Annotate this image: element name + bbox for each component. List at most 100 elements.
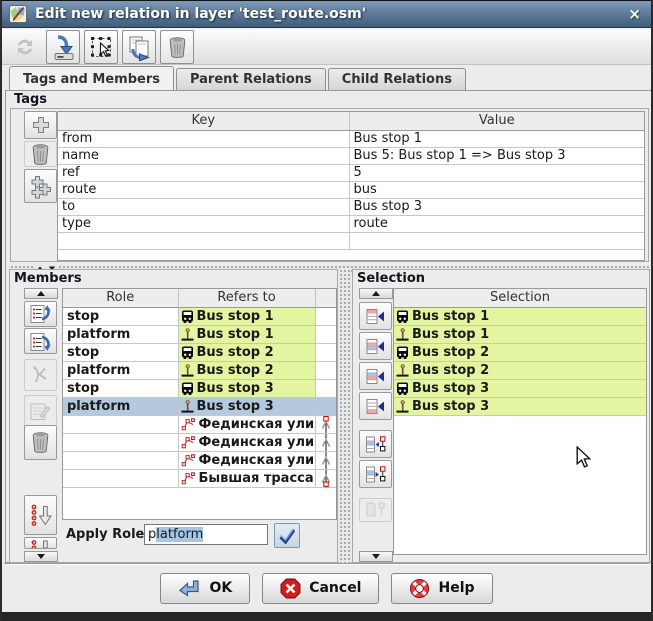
- selection-cell[interactable]: Bus stop 3: [394, 397, 646, 415]
- member-row[interactable]: Бывшая трасса ...: [63, 469, 336, 487]
- bus-icon: [396, 346, 409, 359]
- member-role-cell[interactable]: platform: [63, 397, 178, 415]
- tag-value-cell[interactable]: Bus 5: Bus stop 1 => Bus stop 3: [349, 147, 644, 164]
- member-row[interactable]: Фединская ули...: [63, 415, 336, 433]
- member-refers-to-cell[interactable]: Bus stop 2: [178, 343, 315, 361]
- apply-to-dataset-button[interactable]: [46, 30, 80, 64]
- selection-row[interactable]: Bus stop 1: [394, 307, 646, 325]
- tag-key-cell[interactable]: name: [58, 147, 349, 164]
- tags-column-value[interactable]: Value: [349, 112, 644, 130]
- apply-role-button[interactable]: [274, 523, 300, 548]
- selection-cell[interactable]: Bus stop 2: [394, 361, 646, 379]
- member-refers-to-cell[interactable]: Фединская ули...: [178, 415, 315, 433]
- member-row[interactable]: Фединская ули...: [63, 451, 336, 469]
- select-relation-members-button[interactable]: [84, 30, 118, 64]
- tag-key-cell[interactable]: to: [58, 198, 349, 215]
- member-refers-to-cell[interactable]: Bus stop 1: [178, 325, 315, 343]
- member-row[interactable]: stopBus stop 1: [63, 307, 336, 325]
- selection-cell[interactable]: Bus stop 1: [394, 325, 646, 343]
- ok-button[interactable]: OK: [160, 573, 250, 604]
- members-column-role[interactable]: Role: [63, 289, 178, 307]
- member-role-cell[interactable]: [63, 415, 178, 433]
- member-refers-to-cell[interactable]: Фединская ули...: [178, 433, 315, 451]
- paste-tags-button[interactable]: [24, 169, 57, 203]
- member-row[interactable]: platformBus stop 3: [63, 397, 336, 415]
- tab-tags-and-members[interactable]: Tags and Members: [9, 66, 174, 90]
- sort-members-below-button[interactable]: [24, 537, 57, 549]
- member-role-cell[interactable]: [63, 469, 178, 487]
- tag-key-cell[interactable]: from: [58, 130, 349, 147]
- member-refers-to-cell[interactable]: Bus stop 2: [178, 361, 315, 379]
- member-row[interactable]: stopBus stop 2: [63, 343, 336, 361]
- selection-row[interactable]: Bus stop 2: [394, 343, 646, 361]
- remove-member-button[interactable]: [24, 425, 57, 460]
- member-row[interactable]: platformBus stop 2: [63, 361, 336, 379]
- tag-key-cell[interactable]: ref: [58, 164, 349, 181]
- member-role-cell[interactable]: [63, 451, 178, 469]
- members-toolbar-scroll-up-button[interactable]: [24, 288, 58, 299]
- add-at-node-before-button[interactable]: [359, 430, 392, 458]
- selection-toolbar-scroll-up-button[interactable]: [359, 288, 393, 299]
- selection-toolbar: [359, 299, 393, 549]
- titlebar[interactable]: Edit new relation in layer 'test_route.o…: [2, 0, 651, 28]
- selection-row[interactable]: Bus stop 2: [394, 361, 646, 379]
- move-down-button[interactable]: [24, 328, 57, 354]
- members-panel: Members Role Refers to stopBus stop 1pla…: [9, 269, 338, 563]
- trash-icon: [30, 143, 51, 166]
- tag-value-cell[interactable]: [349, 232, 644, 249]
- member-row[interactable]: platformBus stop 1: [63, 325, 336, 343]
- apply-role-input[interactable]: platform: [144, 524, 268, 545]
- tab-parent-relations[interactable]: Parent Relations: [176, 68, 326, 90]
- tag-value-cell[interactable]: route: [349, 215, 644, 232]
- member-refers-to-cell[interactable]: Bus stop 1: [178, 307, 315, 325]
- member-role-cell[interactable]: platform: [63, 325, 178, 343]
- selection-column[interactable]: Selection: [394, 289, 646, 307]
- move-up-button[interactable]: [24, 301, 57, 327]
- selection-cell[interactable]: Bus stop 2: [394, 343, 646, 361]
- cancel-button[interactable]: Cancel: [262, 573, 379, 604]
- members-column-refers-to[interactable]: Refers to: [178, 289, 315, 307]
- tag-value-cell[interactable]: Bus stop 1: [349, 130, 644, 147]
- add-at-node-after-button[interactable]: [359, 460, 392, 488]
- tag-value-cell[interactable]: Bus stop 3: [349, 198, 644, 215]
- tag-key-cell[interactable]: route: [58, 181, 349, 198]
- member-row[interactable]: stopBus stop 3: [63, 379, 336, 397]
- selection-cell[interactable]: Bus stop 1: [394, 307, 646, 325]
- member-refers-to-cell[interactable]: Фединская ули...: [178, 451, 315, 469]
- tags-table: Key Value fromBus stop 1nameBus 5: Bus s…: [57, 111, 645, 261]
- help-button[interactable]: Help: [391, 573, 492, 604]
- member-row[interactable]: Фединская ули...: [63, 433, 336, 451]
- member-refers-to-cell[interactable]: Бывшая трасса ...: [178, 469, 315, 487]
- members-column-link[interactable]: [315, 289, 336, 307]
- sort-members-button[interactable]: [24, 495, 57, 535]
- bus-icon: [181, 310, 194, 323]
- selection-row[interactable]: Bus stop 3: [394, 379, 646, 397]
- member-role-cell[interactable]: stop: [63, 379, 178, 397]
- selection-row[interactable]: Bus stop 1: [394, 325, 646, 343]
- tag-key-cell[interactable]: type: [58, 215, 349, 232]
- member-role-cell[interactable]: stop: [63, 307, 178, 325]
- member-refers-to-cell[interactable]: Bus stop 3: [178, 397, 315, 415]
- member-role-cell[interactable]: platform: [63, 361, 178, 379]
- tag-value-cell[interactable]: bus: [349, 181, 644, 198]
- member-role-cell[interactable]: [63, 433, 178, 451]
- vertical-splitter[interactable]: [339, 269, 351, 563]
- tab-child-relations[interactable]: Child Relations: [328, 68, 466, 90]
- delete-relation-button[interactable]: [160, 30, 194, 64]
- close-button[interactable]: ×: [628, 5, 641, 23]
- add-selection-at-end-button[interactable]: [359, 392, 392, 420]
- add-selection-at-start-button[interactable]: [359, 302, 392, 330]
- duplicate-relation-button[interactable]: [122, 30, 156, 64]
- add-tag-button[interactable]: [24, 111, 57, 139]
- member-role-cell[interactable]: stop: [63, 343, 178, 361]
- member-refers-to-cell[interactable]: Bus stop 3: [178, 379, 315, 397]
- selection-toolbar-scroll-down-button[interactable]: [359, 551, 393, 562]
- tags-column-key[interactable]: Key: [58, 112, 349, 130]
- members-toolbar-scroll-down-button[interactable]: [24, 551, 58, 562]
- add-selection-before-button[interactable]: [359, 332, 392, 360]
- selection-row[interactable]: Bus stop 3: [394, 397, 646, 415]
- selection-cell[interactable]: Bus stop 3: [394, 379, 646, 397]
- add-selection-after-button[interactable]: [359, 362, 392, 390]
- tag-key-cell[interactable]: [58, 232, 349, 249]
- tag-value-cell[interactable]: 5: [349, 164, 644, 181]
